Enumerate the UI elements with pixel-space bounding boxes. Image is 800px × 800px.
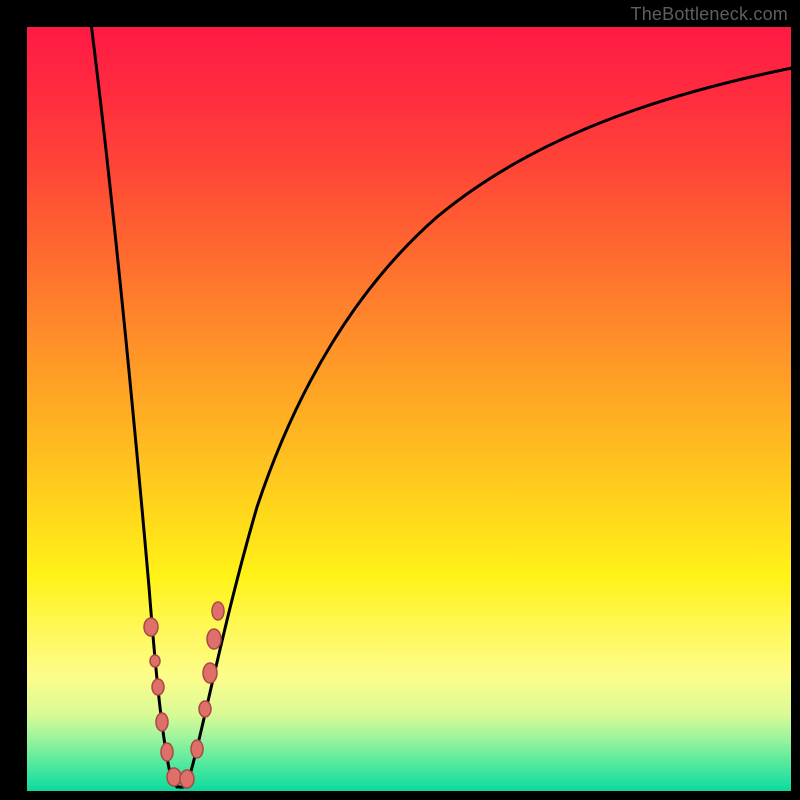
bottleneck-curve [27, 27, 791, 791]
data-marker [152, 679, 164, 695]
data-marker [180, 770, 194, 788]
data-marker [144, 618, 158, 636]
curve-left-branch [89, 27, 177, 787]
image-frame: TheBottleneck.com [0, 0, 800, 800]
data-marker [203, 663, 217, 683]
attribution-text: TheBottleneck.com [631, 4, 788, 25]
data-marker [156, 713, 168, 731]
data-marker [150, 655, 160, 667]
data-marker [212, 602, 224, 620]
chart-plot-area [27, 27, 791, 791]
data-marker [161, 743, 173, 761]
data-marker [199, 701, 211, 717]
data-marker [191, 740, 203, 758]
data-marker [167, 768, 181, 786]
data-marker [207, 629, 221, 649]
curve-right-branch [187, 67, 791, 785]
